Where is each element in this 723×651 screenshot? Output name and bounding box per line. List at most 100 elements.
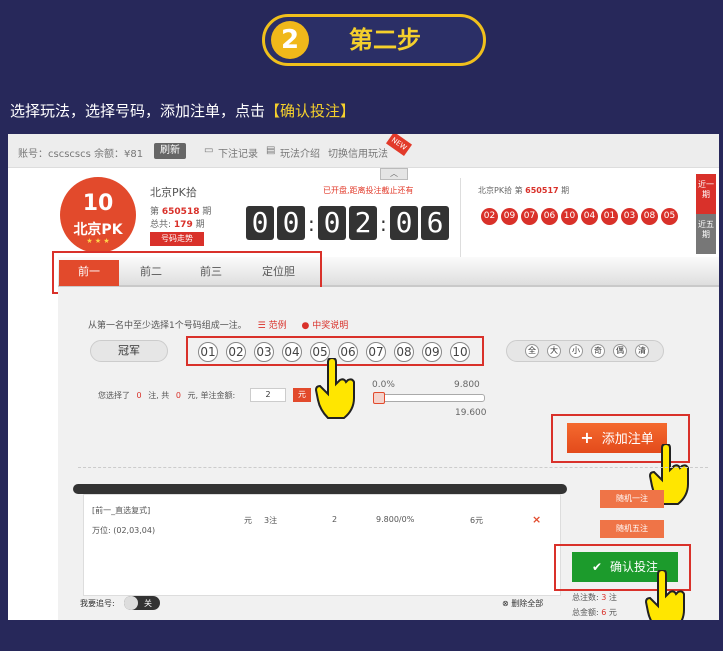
result-ball: 08 xyxy=(641,208,658,225)
number-ball[interactable]: 03 xyxy=(254,342,274,362)
total-suffix: 期 xyxy=(195,220,205,230)
timer-digit: 0 xyxy=(277,206,305,240)
trend-button[interactable]: 号码走势 xyxy=(150,232,204,246)
number-ball[interactable]: 02 xyxy=(226,342,246,362)
bet-detail: 万位: (02,03,04) xyxy=(92,526,156,535)
number-ball[interactable]: 01 xyxy=(198,342,218,362)
instruction-main: 选择玩法，选择号码，添加注单，点击 xyxy=(10,102,266,120)
rebate-min: 0.0% xyxy=(372,380,395,390)
result-ball: 09 xyxy=(501,208,518,225)
random-one-button[interactable]: 随机一注 xyxy=(600,490,664,508)
instruction-highlight: 【确认投注】 xyxy=(265,102,356,120)
total-issues: 总共: 179 期 xyxy=(150,217,205,230)
result-ball: 02 xyxy=(481,208,498,225)
timer-digit: 0 xyxy=(390,206,418,240)
total-amount-label: 总金额: xyxy=(572,608,599,617)
slider-handle[interactable] xyxy=(373,392,385,404)
selected-amount: 0 xyxy=(175,391,181,400)
ticket-scrollbar[interactable] xyxy=(73,484,567,494)
filter-all[interactable]: 全 xyxy=(525,344,539,358)
unit-amount-input[interactable]: 2 xyxy=(250,388,286,402)
timer-digit: 0 xyxy=(246,206,274,240)
records-icon: ▭ xyxy=(204,145,214,156)
switch-mode-link[interactable]: 切换信用玩法 xyxy=(328,145,388,160)
selection-hint: 从第一名中至少选择1个号码组成一注。 ☰ 范例 ● 中奖说明 xyxy=(88,318,348,331)
timer-digit: 0 xyxy=(318,206,346,240)
info-icon: ● xyxy=(301,321,310,331)
collapse-icon[interactable]: ︿ xyxy=(380,168,408,180)
chase-toggle[interactable]: 关 xyxy=(124,596,160,610)
total-prefix: 总共: xyxy=(150,220,172,230)
result-ball: 01 xyxy=(601,208,618,225)
timer-digit: 6 xyxy=(421,206,449,240)
selected-mid2: 元, 单注金额: xyxy=(187,391,236,400)
bet-multiple: 2 xyxy=(332,515,338,524)
filter-even[interactable]: 偶 xyxy=(613,344,627,358)
toggle-label: 关 xyxy=(144,599,152,608)
top-bar: 账号：cscscscs 余额：¥81 刷新 ▭ 下注记录 ▤ 玩法介绍 切换信用… xyxy=(8,134,719,168)
total-number: 179 xyxy=(173,220,193,230)
number-ball[interactable]: 10 xyxy=(450,342,470,362)
chase-label: 我要追号: xyxy=(80,599,115,608)
result-ball: 07 xyxy=(521,208,538,225)
issue-prefix: 第 xyxy=(150,207,160,217)
example-link[interactable]: 范例 xyxy=(269,321,287,331)
bet-unit: 元 xyxy=(244,516,252,525)
toggle-knob xyxy=(124,596,138,610)
remove-bet-icon[interactable]: × xyxy=(532,513,541,526)
unit-yuan-button[interactable]: 元 xyxy=(293,388,311,402)
issue-suffix: 期 xyxy=(202,207,212,217)
selected-mid1: 注, 共 xyxy=(148,391,170,400)
last-draw-issue: 650517 xyxy=(525,186,559,195)
delete-all-label: 删除全部 xyxy=(511,599,544,608)
last-draw-issue-prefix: 第 xyxy=(514,186,523,195)
result-ball: 06 xyxy=(541,208,558,225)
quick-filters: 全 大 小 奇 偶 清 xyxy=(506,340,664,362)
list-icon: ☰ xyxy=(257,321,266,331)
pointer-hand-icon xyxy=(314,358,355,419)
total-count: 3 xyxy=(601,593,607,602)
balance-label: 余额：¥81 xyxy=(94,149,144,160)
rules-link[interactable]: 玩法介绍 xyxy=(280,145,320,160)
result-ball: 10 xyxy=(561,208,578,225)
total-amount: 6 xyxy=(601,608,607,617)
number-ball[interactable]: 09 xyxy=(422,342,442,362)
section-divider xyxy=(78,467,708,468)
current-issue: 第 650518 期 xyxy=(150,204,211,217)
betting-panel: 账号：cscscscs 余额：¥81 刷新 ▭ 下注记录 ▤ 玩法介绍 切换信用… xyxy=(8,134,719,620)
timer-digit: 2 xyxy=(349,206,377,240)
check-icon: ✔ xyxy=(591,560,603,574)
filter-big[interactable]: 大 xyxy=(547,344,561,358)
result-ball: 04 xyxy=(581,208,598,225)
delete-all-button[interactable]: ⊗ 删除全部 xyxy=(502,598,543,609)
step-label: 第二步 xyxy=(349,26,421,54)
rebate-slider[interactable] xyxy=(373,394,485,402)
lottery-logo: 10 北京PK ★ ★ ★ xyxy=(60,177,136,253)
refresh-button[interactable]: 刷新 xyxy=(154,143,186,159)
number-ball[interactable]: 08 xyxy=(394,342,414,362)
filter-odd[interactable]: 奇 xyxy=(591,344,605,358)
number-ball[interactable]: 07 xyxy=(366,342,386,362)
row-label-champion: 冠军 xyxy=(90,340,168,362)
last-draw-issue-suffix: 期 xyxy=(561,186,570,195)
filter-small[interactable]: 小 xyxy=(569,344,583,358)
bet-odds: 9.800/0% xyxy=(376,515,415,524)
step-badge: 2 第二步 xyxy=(262,14,486,66)
book-icon: ▤ xyxy=(266,145,276,156)
recent-five-button[interactable]: 近五期 xyxy=(696,214,716,254)
pointer-hand-icon xyxy=(644,570,685,620)
bet-ticket: [前一_直选复式] 万位: (02,03,04) 元 3注 2 9.800/0%… xyxy=(83,494,561,596)
lottery-name: 北京PK拾 xyxy=(150,186,197,199)
random-five-button[interactable]: 随机五注 xyxy=(600,520,664,538)
prize-info-link[interactable]: 中奖说明 xyxy=(312,321,348,331)
last-draw-name: 北京PK拾 xyxy=(478,186,513,195)
bet-records-link[interactable]: 下注记录 xyxy=(218,145,258,160)
step-number: 2 xyxy=(271,21,309,59)
hint-text: 从第一名中至少选择1个号码组成一注。 xyxy=(88,321,247,331)
filter-clear[interactable]: 清 xyxy=(635,344,649,358)
number-ball[interactable]: 04 xyxy=(282,342,302,362)
odds-current: 19.600 xyxy=(455,408,487,418)
recent-one-button[interactable]: 近一期 xyxy=(696,174,716,214)
countdown-notice: 已开盘,距离投注截止还有 xyxy=(323,186,414,195)
delete-icon: ⊗ xyxy=(502,599,509,608)
